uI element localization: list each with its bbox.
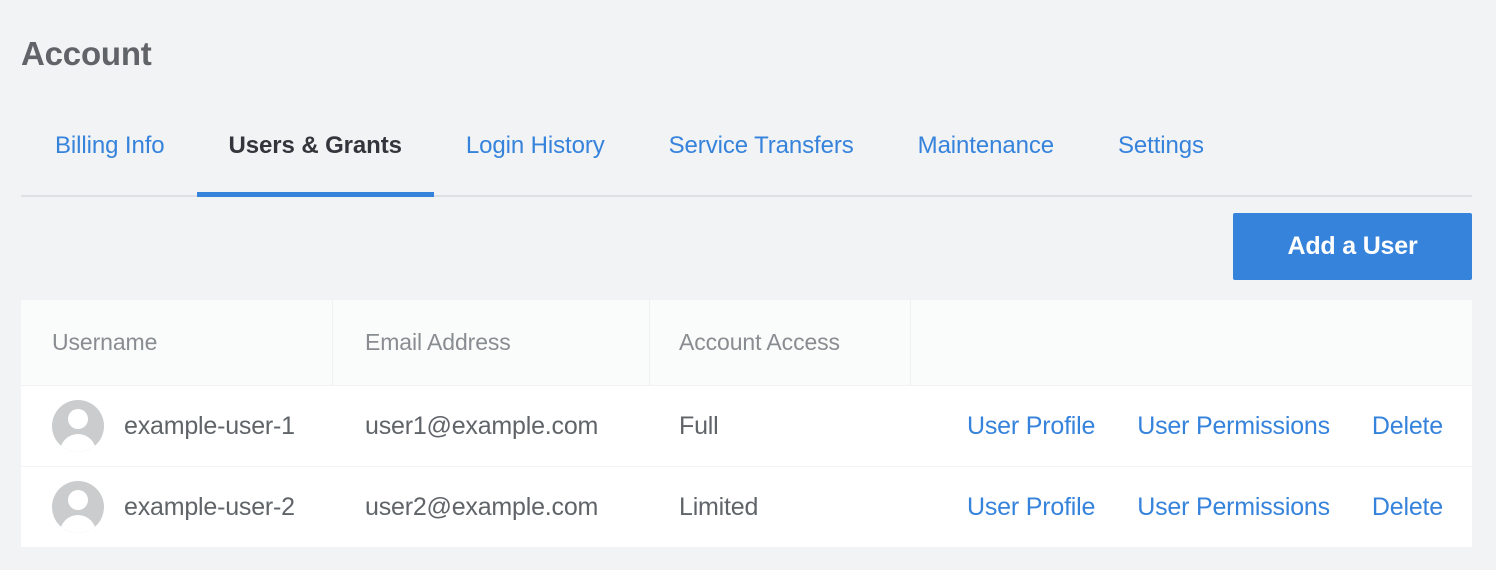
cell-actions: User Profile User Permissions Delete [911,412,1472,441]
column-header-actions [911,300,1472,385]
user-permissions-link[interactable]: User Permissions [1137,412,1330,441]
tab-settings[interactable]: Settings [1086,121,1236,195]
row-actions: User Profile User Permissions Delete [911,493,1472,522]
tab-label: Users & Grants [229,132,402,159]
tab-maintenance[interactable]: Maintenance [886,121,1086,195]
cell-email: user2@example.com [333,493,650,522]
add-user-button[interactable]: Add a User [1233,213,1472,280]
column-header-username: Username [21,300,333,385]
tab-label: Maintenance [918,132,1054,159]
cell-account-access: Full [650,412,911,441]
tab-service-transfers[interactable]: Service Transfers [637,121,886,195]
tab-bar: Billing Info Users & Grants Login Histor… [21,121,1472,197]
tab-login-history[interactable]: Login History [434,121,637,195]
account-page: Account Billing Info Users & Grants Logi… [0,0,1496,570]
username-text: example-user-1 [124,412,295,441]
tab-billing-info[interactable]: Billing Info [21,121,197,195]
cell-account-access: Limited [650,493,911,522]
tab-label: Settings [1118,132,1204,159]
avatar-icon [52,400,104,452]
username-text: example-user-2 [124,493,295,522]
users-table: Username Email Address Account Access ex… [21,300,1472,547]
table-header-row: Username Email Address Account Access [21,300,1472,386]
cell-actions: User Profile User Permissions Delete [911,493,1472,522]
tab-label: Billing Info [55,132,165,159]
tab-label: Service Transfers [669,132,854,159]
row-actions: User Profile User Permissions Delete [911,412,1472,441]
tab-list: Billing Info Users & Grants Login Histor… [21,121,1472,195]
cell-username: example-user-2 [21,481,333,533]
tab-users-and-grants[interactable]: Users & Grants [197,121,434,195]
user-profile-link[interactable]: User Profile [967,493,1095,522]
avatar-icon [52,481,104,533]
page-title: Account [21,33,152,75]
cell-email: user1@example.com [333,412,650,441]
cell-username: example-user-1 [21,400,333,452]
user-permissions-link[interactable]: User Permissions [1137,493,1330,522]
user-profile-link[interactable]: User Profile [967,412,1095,441]
table-row: example-user-1 user1@example.com Full Us… [21,386,1472,467]
column-header-email-address: Email Address [333,300,650,385]
delete-link[interactable]: Delete [1372,493,1443,522]
column-header-account-access: Account Access [650,300,911,385]
delete-link[interactable]: Delete [1372,412,1443,441]
tab-label: Login History [466,132,605,159]
table-row: example-user-2 user2@example.com Limited… [21,467,1472,547]
